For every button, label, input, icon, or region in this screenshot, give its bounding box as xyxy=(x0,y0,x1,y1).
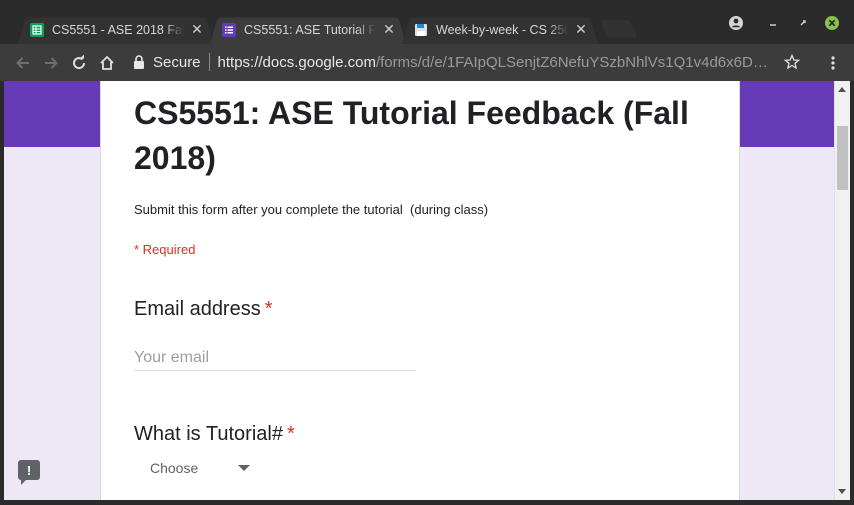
browser-toolbar: Secure https://docs.google.com /forms/d/… xyxy=(0,44,854,81)
form-card: CS5551: ASE Tutorial Feedback (Fall 2018… xyxy=(100,81,740,500)
url-host: https://docs.google.com xyxy=(217,53,376,71)
close-icon[interactable]: ✕ xyxy=(574,23,588,37)
report-problem-icon[interactable]: ! xyxy=(18,460,40,485)
question-title-tutorial: What is Tutorial# * xyxy=(134,423,295,446)
new-tab-button[interactable] xyxy=(599,20,639,38)
tab-strip: CS5551 - ASE 2018 Fall ✕ CS5551: ASE Tut… xyxy=(0,0,854,45)
menu-kebab-icon[interactable] xyxy=(822,52,844,74)
secure-label: Secure xyxy=(153,53,201,71)
divider xyxy=(208,53,210,71)
form-description: Submit this form after you complete the … xyxy=(134,202,489,217)
home-icon[interactable] xyxy=(96,52,118,74)
dropdown-value: Choose xyxy=(150,460,199,476)
sheets-icon xyxy=(30,23,44,37)
tab-title: Week-by-week - CS 2500 xyxy=(436,23,568,37)
close-icon[interactable]: ✕ xyxy=(382,23,396,37)
tab-title: CS5551: ASE Tutorial Feedback xyxy=(244,23,376,37)
forms-icon xyxy=(222,23,236,37)
question-label: What is Tutorial# xyxy=(134,423,283,445)
required-asterisk: * xyxy=(264,298,273,320)
page-viewport: CS5551: ASE Tutorial Feedback (Fall 2018… xyxy=(4,81,834,500)
question-label: Email address xyxy=(134,298,261,320)
address-bar[interactable]: Secure https://docs.google.com /forms/d/… xyxy=(125,48,816,76)
form-title: CS5551: ASE Tutorial Feedback (Fall 2018… xyxy=(134,95,689,176)
profile-icon[interactable] xyxy=(727,14,745,32)
scroll-up-icon[interactable] xyxy=(838,87,846,92)
window-close-icon[interactable] xyxy=(822,14,842,32)
forward-arrow-icon[interactable] xyxy=(40,52,62,74)
reload-icon[interactable] xyxy=(68,52,90,74)
page-scrollbar[interactable] xyxy=(834,81,850,500)
lock-icon xyxy=(133,55,145,69)
email-field[interactable] xyxy=(134,345,416,371)
required-note: * Required xyxy=(134,242,196,257)
tutorial-dropdown[interactable]: Choose xyxy=(134,453,262,483)
close-icon[interactable]: ✕ xyxy=(190,23,204,37)
tab-title: CS5551 - ASE 2018 Fall xyxy=(52,23,184,37)
question-title-email: Email address * xyxy=(134,298,273,321)
floppy-icon xyxy=(414,23,428,37)
scrollbar-thumb[interactable] xyxy=(837,126,848,190)
restore-icon[interactable] xyxy=(794,14,812,32)
bookmark-star-icon[interactable] xyxy=(783,53,801,74)
minimize-icon[interactable] xyxy=(764,14,782,32)
tab-sheets[interactable]: CS5551 - ASE 2018 Fall ✕ xyxy=(18,15,214,45)
tab-week-by-week[interactable]: Week-by-week - CS 2500 ✕ xyxy=(402,15,598,45)
back-arrow-icon[interactable] xyxy=(12,52,34,74)
required-asterisk: * xyxy=(286,423,295,445)
window-frame xyxy=(0,500,854,505)
url-path: /forms/d/e/1FAIpQLSenjtZ6NefuYSzbNhlVs1Q… xyxy=(375,53,776,71)
tab-forms[interactable]: CS5551: ASE Tutorial Feedback ✕ xyxy=(210,15,406,45)
caret-down-icon xyxy=(238,465,250,471)
scroll-down-icon[interactable] xyxy=(838,489,846,494)
